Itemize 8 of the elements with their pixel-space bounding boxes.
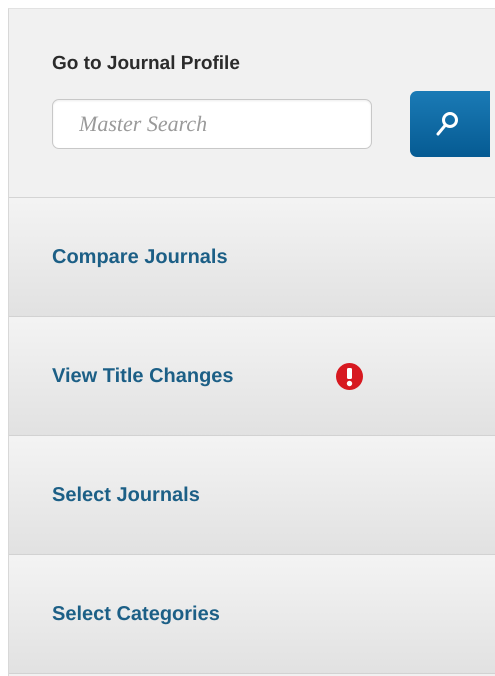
- search-icon: [436, 111, 460, 137]
- nav-link[interactable]: Compare Journals: [52, 246, 228, 268]
- nav-link[interactable]: Select Categories: [52, 602, 220, 626]
- search-button[interactable]: [410, 91, 490, 157]
- search-field[interactable]: Master Search: [52, 99, 372, 149]
- section-heading: Go to Journal Profile: [52, 53, 241, 75]
- nav-link[interactable]: Select Journals: [52, 484, 200, 506]
- nav-link[interactable]: View Title Changes: [52, 364, 234, 388]
